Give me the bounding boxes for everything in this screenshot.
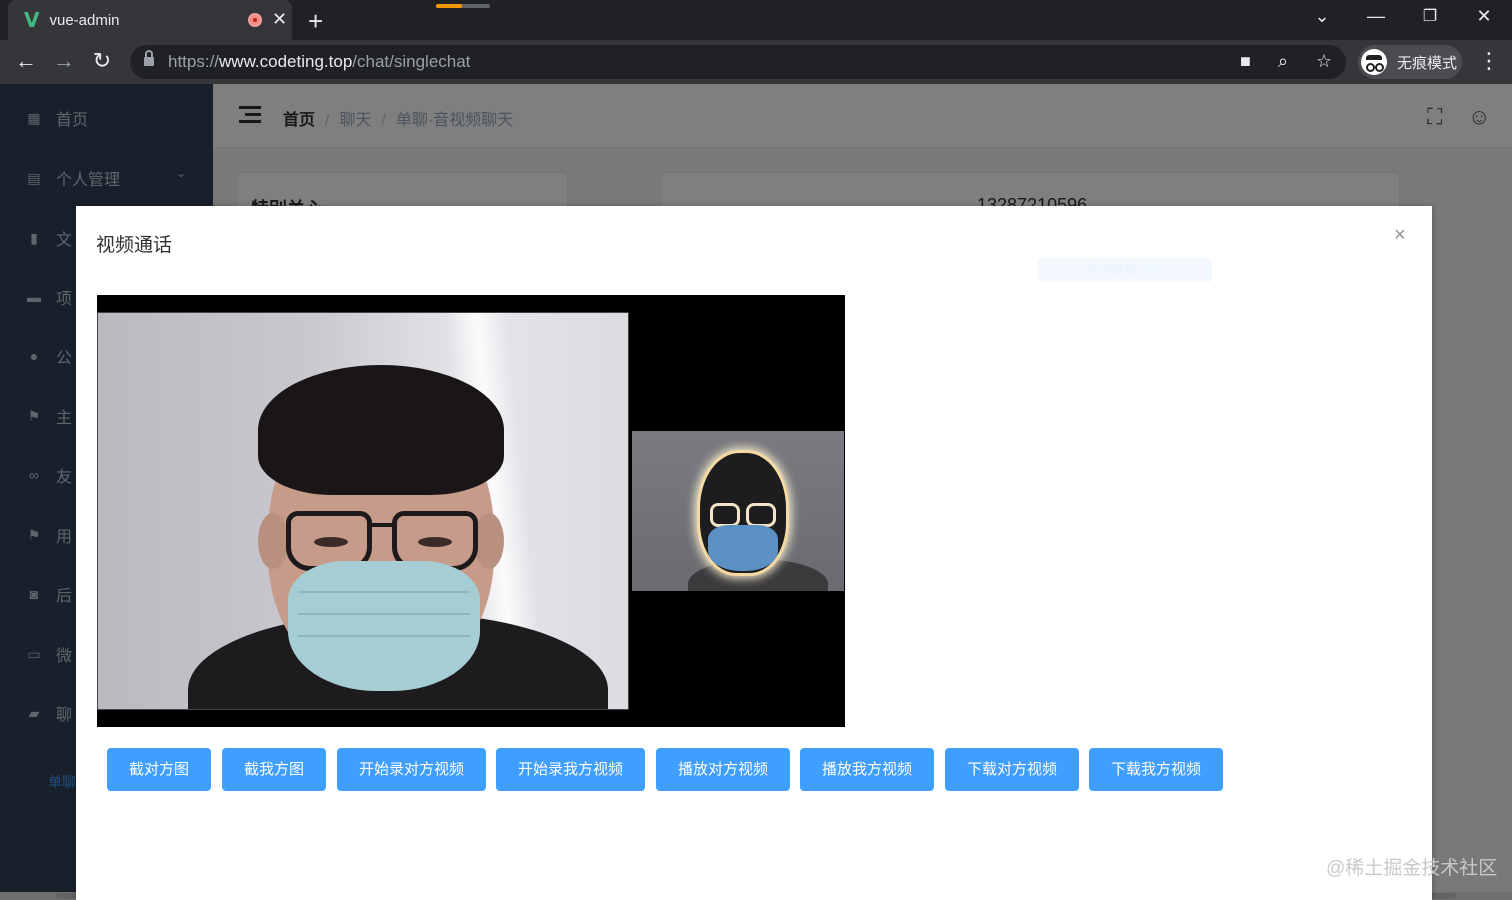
url-text[interactable]: https://www.codeting.top/chat/singlechat [168, 52, 470, 72]
media-playing-indicator [436, 4, 490, 8]
minimize-window-icon[interactable]: — [1361, 6, 1391, 27]
record-local-button[interactable]: 开始录我方视频 [496, 748, 645, 791]
kebab-menu-icon[interactable]: ⋮ [1478, 48, 1500, 74]
restore-window-icon[interactable]: ❐ [1415, 6, 1445, 26]
incognito-profile-button[interactable]: 无痕模式 [1358, 45, 1462, 79]
watermark: @稀土掘金技术社区 [1326, 858, 1498, 879]
tab-title: vue-admin [49, 11, 120, 29]
browser-tab-strip: V vue-admin ✕ + ⌄ — ❐ ✕ [0, 0, 1512, 40]
vue-logo-icon: V [24, 8, 40, 32]
close-window-icon[interactable]: ✕ [1469, 6, 1499, 27]
capture-remote-button[interactable]: 截对方图 [107, 748, 211, 791]
record-remote-button[interactable]: 开始录对方视频 [337, 748, 486, 791]
play-local-button[interactable]: 播放我方视频 [800, 748, 934, 791]
dialog-title: 视频通话 [96, 235, 173, 256]
download-remote-button[interactable]: 下载对方视频 [945, 748, 1079, 791]
fullscreen-hint: 全屏单窗口[X] [1038, 258, 1212, 282]
video-call-dialog: 视频通话 × 全屏单窗口[X] 截对方图 截我方图 开始录对方视频 开始录我方视… [76, 206, 1432, 900]
play-remote-button[interactable]: 播放对方视频 [656, 748, 790, 791]
incognito-icon [1361, 49, 1387, 75]
video-container [97, 295, 845, 727]
download-local-button[interactable]: 下载我方视频 [1089, 748, 1223, 791]
browser-tab[interactable]: V vue-admin ✕ [8, 0, 292, 40]
tab-search-chevron-icon[interactable]: ⌄ [1307, 6, 1337, 27]
star-icon[interactable]: ☆ [1316, 51, 1332, 72]
camera-icon[interactable]: ■ [1240, 51, 1251, 72]
reload-icon[interactable]: ↻ [88, 48, 116, 74]
remote-video[interactable] [97, 312, 629, 710]
lock-icon [144, 50, 154, 67]
close-icon[interactable]: × [1394, 224, 1406, 247]
address-bar[interactable]: https://www.codeting.top/chat/singlechat… [130, 45, 1346, 79]
recording-indicator-icon [248, 13, 262, 27]
zoom-icon[interactable]: ⌕ [1278, 51, 1288, 72]
capture-local-button[interactable]: 截我方图 [222, 748, 326, 791]
forward-icon[interactable]: → [50, 48, 78, 74]
browser-toolbar: ← → ↻ https://www.codeting.top/chat/sing… [0, 40, 1512, 84]
back-icon[interactable]: ← [12, 48, 40, 74]
new-tab-button[interactable]: + [308, 6, 323, 37]
incognito-label: 无痕模式 [1397, 54, 1458, 72]
local-video[interactable] [632, 431, 844, 591]
close-tab-icon[interactable]: ✕ [272, 9, 287, 30]
